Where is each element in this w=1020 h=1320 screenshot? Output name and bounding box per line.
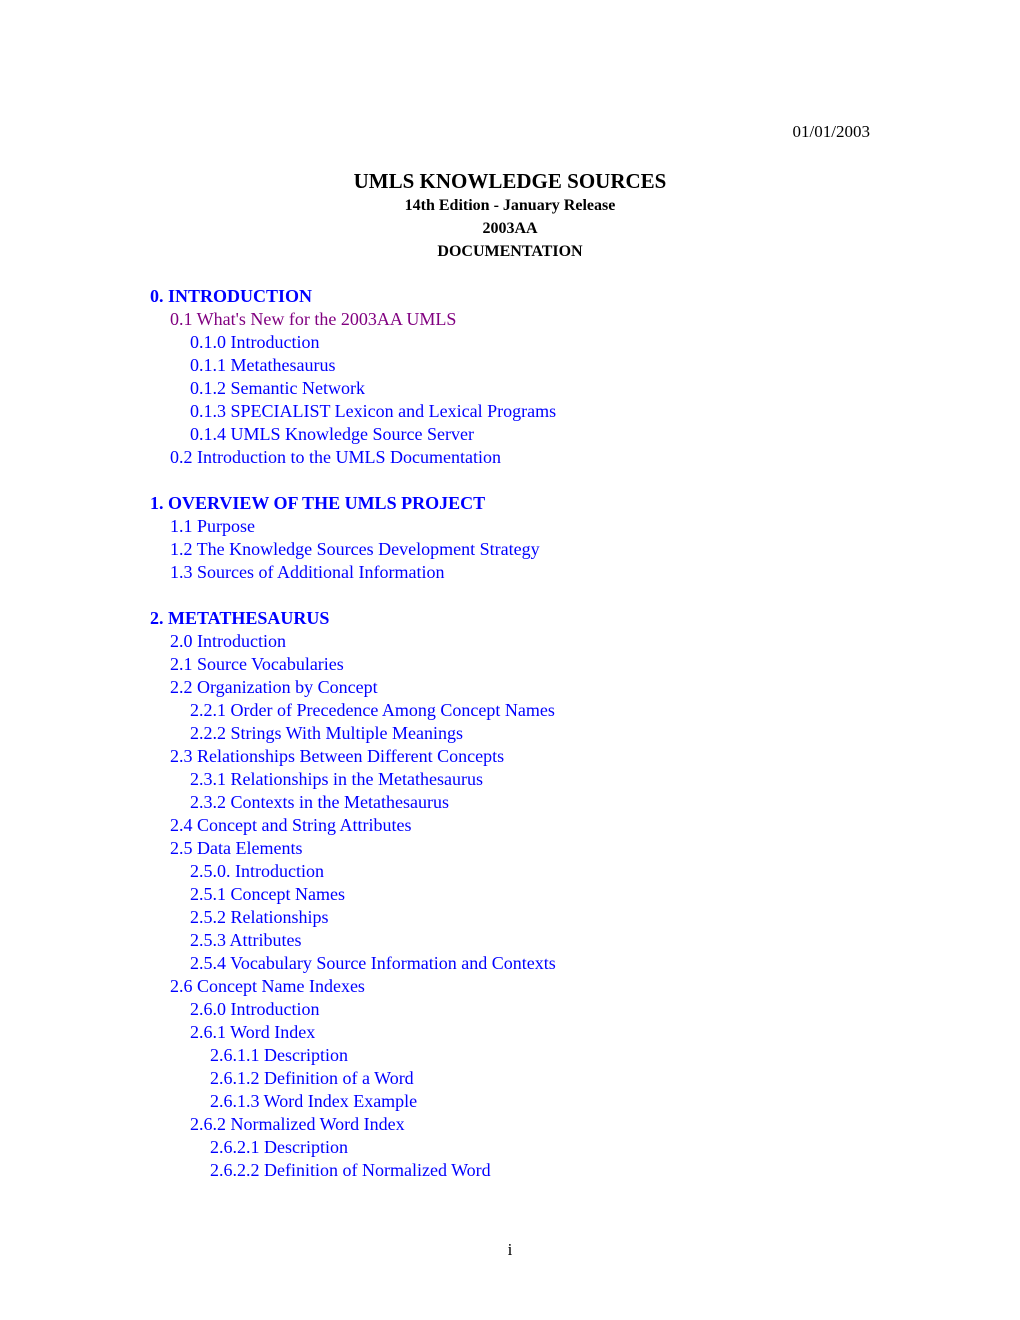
toc-section: 2. METATHESAURUS 2.0 Introduction 2.1 Sour… (150, 607, 556, 1182)
toc-link[interactable]: 2.5.3 Attributes (150, 929, 556, 952)
toc-link[interactable]: 2.6.1.1 Description (150, 1044, 556, 1067)
toc-link[interactable]: 0.2 Introduction to the UMLS Documentati… (150, 446, 556, 469)
toc-link[interactable]: 2.5 Data Elements (150, 837, 556, 860)
release-line: 2003AA (482, 220, 538, 237)
document-title: UMLS KNOWLEDGE SOURCES (353, 169, 667, 193)
toc-link[interactable]: 1.2 The Knowledge Sources Development St… (150, 538, 556, 561)
toc-link[interactable]: 2.3 Relationships Between Different Conc… (150, 745, 556, 768)
toc-section: 1. OVERVIEW OF THE UMLS PROJECT 1.1 Purpo… (150, 492, 556, 584)
toc-link[interactable]: 1.3 Sources of Additional Information (150, 561, 556, 584)
toc-link[interactable]: 2.4 Concept and String Attributes (150, 814, 556, 837)
toc-link[interactable]: 0.1.1 Metathesaurus (150, 354, 556, 377)
toc-link[interactable]: 2.2.1 Order of Precedence Among Concept … (150, 699, 556, 722)
toc-link[interactable]: 2.6 Concept Name Indexes (150, 975, 556, 998)
toc-link[interactable]: 2.5.4 Vocabulary Source Information and … (150, 952, 556, 975)
toc-link[interactable]: 2.1 Source Vocabularies (150, 653, 556, 676)
document-date: 01/01/2003 (792, 122, 870, 141)
toc-chapter-link[interactable]: 2. METATHESAURUS (150, 607, 556, 630)
toc-section: 0. INTRODUCTION 0.1 What's New for the 20… (150, 285, 556, 469)
toc-link[interactable]: 2.6.1.3 Word Index Example (150, 1090, 556, 1113)
table-of-contents: 0. INTRODUCTION 0.1 What's New for the 20… (150, 285, 556, 1205)
toc-link[interactable]: 2.3.1 Relationships in the Metathesaurus (150, 768, 556, 791)
toc-link[interactable]: 2.6.2.2 Definition of Normalized Word (150, 1159, 556, 1182)
toc-link[interactable]: 0.1 What's New for the 2003AA UMLS (150, 308, 556, 331)
toc-chapter-link[interactable]: 0. INTRODUCTION (150, 285, 556, 308)
toc-link[interactable]: 2.6.0 Introduction (150, 998, 556, 1021)
toc-link[interactable]: 2.2.2 Strings With Multiple Meanings (150, 722, 556, 745)
edition-line: 14th Edition - January Release (404, 197, 616, 214)
toc-link[interactable]: 1.1 Purpose (150, 515, 556, 538)
toc-link[interactable]: 0.1.0 Introduction (150, 331, 556, 354)
toc-link[interactable]: 2.6.2 Normalized Word Index (150, 1113, 556, 1136)
toc-link[interactable]: 2.2 Organization by Concept (150, 676, 556, 699)
documentation-line: DOCUMENTATION (437, 243, 583, 260)
toc-link[interactable]: 2.6.1 Word Index (150, 1021, 556, 1044)
toc-link[interactable]: 2.5.2 Relationships (150, 906, 556, 929)
title-block: UMLS KNOWLEDGE SOURCES 14th Edition - Ja… (0, 168, 1020, 263)
toc-link[interactable]: 2.3.2 Contexts in the Metathesaurus (150, 791, 556, 814)
page-number: i (507, 1240, 513, 1259)
toc-link[interactable]: 0.1.4 UMLS Knowledge Source Server (150, 423, 556, 446)
toc-link[interactable]: 2.5.0. Introduction (150, 860, 556, 883)
toc-link[interactable]: 2.0 Introduction (150, 630, 556, 653)
toc-link[interactable]: 0.1.3 SPECIALIST Lexicon and Lexical Pro… (150, 400, 556, 423)
toc-link[interactable]: 2.5.1 Concept Names (150, 883, 556, 906)
toc-link[interactable]: 2.6.1.2 Definition of a Word (150, 1067, 556, 1090)
toc-link[interactable]: 0.1.2 Semantic Network (150, 377, 556, 400)
toc-chapter-link[interactable]: 1. OVERVIEW OF THE UMLS PROJECT (150, 492, 556, 515)
toc-link[interactable]: 2.6.2.1 Description (150, 1136, 556, 1159)
